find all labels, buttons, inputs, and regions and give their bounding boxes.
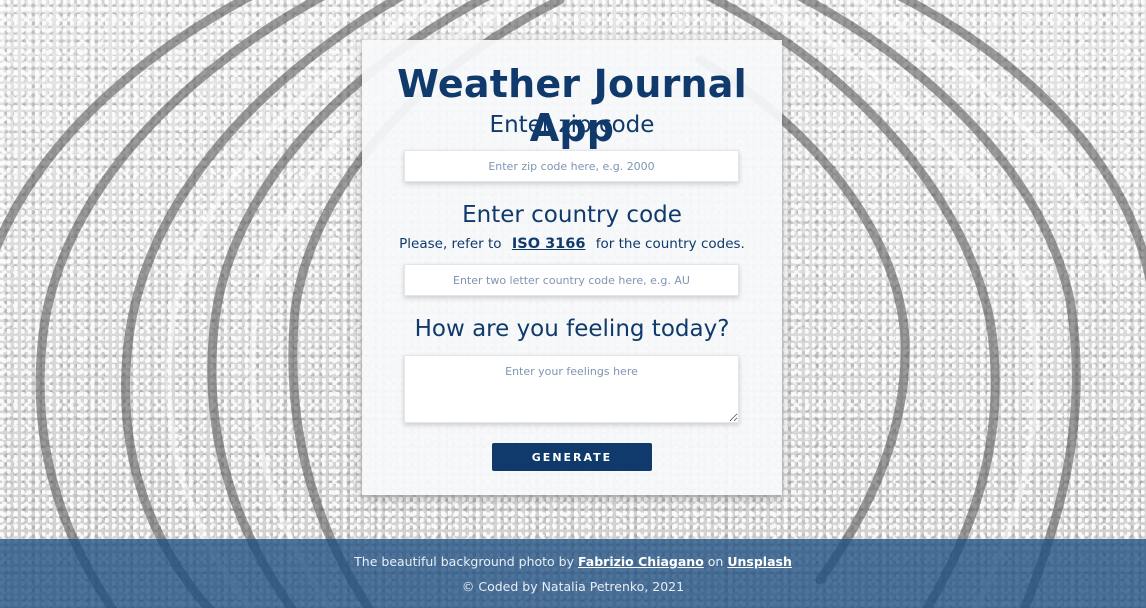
photographer-link[interactable]: Fabrizio Chiagano xyxy=(578,554,704,569)
generate-button[interactable]: GENERATE xyxy=(492,443,652,471)
journal-card: Weather Journal App Enter zip code Enter… xyxy=(362,40,782,495)
unsplash-link[interactable]: Unsplash xyxy=(727,554,792,569)
zip-input[interactable] xyxy=(404,150,739,182)
zip-heading: Enter zip code xyxy=(489,112,655,138)
country-input[interactable] xyxy=(404,264,739,296)
copyright-text: © Coded by Natalia Petrenko, 2021 xyxy=(461,579,685,594)
iso-note: Please, refer to ISO 3166 for the countr… xyxy=(362,236,782,252)
iso-note-suffix: for the country codes. xyxy=(595,236,745,252)
iso-3166-link[interactable]: ISO 3166 xyxy=(512,236,586,252)
credit-prefix: The beautiful background photo by xyxy=(354,554,574,569)
iso-note-prefix: Please, refer to xyxy=(399,236,502,252)
photo-credit: The beautiful background photo by Fabriz… xyxy=(0,554,1146,569)
feelings-heading: How are you feeling today? xyxy=(414,316,730,342)
country-heading: Enter country code xyxy=(462,202,682,228)
feelings-textarea[interactable] xyxy=(404,355,739,423)
credit-middle: on xyxy=(707,554,724,569)
footer: The beautiful background photo by Fabriz… xyxy=(0,539,1146,608)
